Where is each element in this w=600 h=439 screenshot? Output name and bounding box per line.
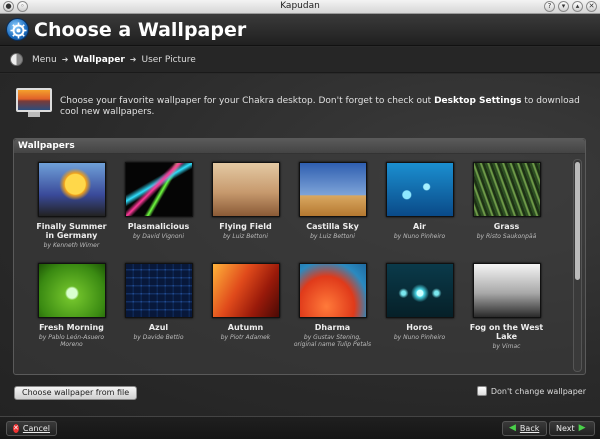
wallpaper-item[interactable]: Fresh Morning by Pablo León-Asuero Moreno (28, 263, 115, 350)
wallpaper-name: Finally Summer in Germany (36, 222, 107, 240)
arrow-right-icon: ▶ (578, 423, 586, 433)
wallpaper-item[interactable]: Finally Summer in Germany by Kenneth Wime… (28, 162, 115, 249)
wallpaper-name: Autumn (227, 323, 264, 332)
wallpaper-thumbnail[interactable] (385, 263, 454, 318)
wallpaper-name: Grass (493, 222, 520, 231)
maximize-icon[interactable]: ▴ (572, 1, 583, 12)
titlebar-right-buttons: ? ▾ ▴ ✕ (544, 1, 597, 12)
wallpaper-thumbnail[interactable] (298, 162, 367, 217)
window-title: Kapudan (280, 1, 320, 11)
wallpaper-thumbnail[interactable] (124, 263, 193, 318)
wallpaper-author: by Pablo León-Asuero Moreno (38, 334, 105, 348)
wallpaper-item[interactable]: Castilla Sky by Luiz Bettoni (289, 162, 376, 249)
chakra-logo-icon (6, 18, 29, 41)
wallpaper-name: Castilla Sky (306, 222, 359, 231)
next-button[interactable]: Next ▶ (549, 421, 595, 436)
window-titlebar: ● ◦ Kapudan ? ▾ ▴ ✕ (0, 0, 600, 14)
arrow-right-icon: ➜ (61, 55, 69, 64)
page-header: Choose a Wallpaper (0, 14, 600, 46)
wallpaper-author: by Nuno Pinheiro (393, 233, 446, 240)
breadcrumb-item-user-picture[interactable]: User Picture (141, 55, 195, 65)
wallpaper-thumbnail[interactable] (124, 162, 193, 217)
breadcrumb: Menu ➜ Wallpaper ➜ User Picture (0, 47, 600, 73)
wallpaper-item[interactable]: Fog on the West Lake by Vimac (463, 263, 550, 350)
moon-icon (10, 53, 23, 66)
wallpaper-author: by Gustav Stening, original name Tulip P… (293, 334, 372, 348)
wallpaper-name: Horos (406, 323, 433, 332)
wallpapers-panel: Wallpapers Finally Summer in Germany by K… (13, 138, 586, 375)
wallpaper-author: by Kenneth Wimer (43, 242, 100, 249)
wallpaper-author: by David Vignoni (132, 233, 185, 240)
breadcrumb-item-wallpaper[interactable]: Wallpaper (73, 55, 124, 65)
wallpaper-author: by Nuno Pinheiro (393, 334, 446, 341)
wallpaper-item[interactable]: Plasmalicious by David Vignoni (115, 162, 202, 249)
wallpaper-thumbnail[interactable] (211, 162, 280, 217)
wallpaper-item[interactable]: Autumn by Piotr Adamek (202, 263, 289, 350)
wallpaper-name: Fog on the West Lake (469, 323, 544, 341)
wallpaper-thumbnail[interactable] (37, 263, 106, 318)
wallpaper-author: by Vimac (492, 343, 521, 350)
vertical-scrollbar[interactable] (573, 159, 582, 372)
wallpaper-item[interactable]: Air by Nuno Pinheiro (376, 162, 463, 249)
wallpaper-thumbnail[interactable] (37, 162, 106, 217)
wallpaper-thumbnail[interactable] (385, 162, 454, 217)
monitor-wallpaper-icon (16, 88, 52, 118)
wallpaper-author: by Risto Saukonpää (476, 233, 537, 240)
arrow-right-icon: ➜ (129, 55, 137, 64)
wallpaper-item[interactable]: Dharma by Gustav Stening, original name T… (289, 263, 376, 350)
wallpaper-author: by Davide Bettio (133, 334, 184, 341)
wallpaper-item[interactable]: Grass by Risto Saukonpää (463, 162, 550, 249)
wallpaper-item[interactable]: Azul by Davide Bettio (115, 263, 202, 350)
close-icon[interactable]: ✕ (586, 1, 597, 12)
scrollbar-thumb[interactable] (575, 162, 580, 280)
panel-title: Wallpapers (14, 139, 585, 154)
back-button[interactable]: ◀ Back (502, 421, 547, 436)
dont-change-option[interactable]: Don't change wallpaper (476, 386, 586, 396)
page-title: Choose a Wallpaper (34, 19, 247, 41)
footer-bar: ✕ Cancel ◀ Back Next ▶ (0, 416, 600, 439)
breadcrumb-item-menu[interactable]: Menu (32, 55, 57, 65)
wallpaper-author: by Luiz Bettoni (223, 233, 268, 240)
wallpaper-name: Plasmalicious (127, 222, 190, 231)
wallpaper-name: Flying Field (219, 222, 272, 231)
arrow-left-icon: ◀ (509, 423, 516, 433)
wallpaper-name: Dharma (314, 323, 351, 332)
desktop-settings-link[interactable]: Desktop Settings (434, 96, 521, 106)
wallpaper-thumbnail[interactable] (472, 162, 541, 217)
wallpaper-thumbnail[interactable] (472, 263, 541, 318)
wallpaper-thumbnail[interactable] (211, 263, 280, 318)
intro-text: Choose your favorite wallpaper for your … (60, 96, 580, 117)
cancel-icon: ✕ (13, 424, 19, 433)
dont-change-checkbox[interactable] (476, 386, 487, 396)
wallpaper-item[interactable]: Horos by Nuno Pinheiro (376, 263, 463, 350)
help-icon[interactable]: ? (544, 1, 555, 12)
wallpaper-item[interactable]: Flying Field by Luiz Bettoni (202, 162, 289, 249)
wallpaper-author: by Piotr Adamek (220, 334, 271, 341)
wallpaper-grid: Finally Summer in Germany by Kenneth Wime… (28, 162, 568, 350)
wallpaper-name: Air (413, 222, 426, 231)
choose-file-button[interactable]: Choose wallpaper from file (14, 386, 137, 400)
cancel-button[interactable]: ✕ Cancel (6, 421, 57, 436)
wallpaper-thumbnail[interactable] (298, 263, 367, 318)
wallpaper-name: Fresh Morning (39, 323, 104, 332)
wallpaper-name: Azul (148, 323, 169, 332)
dont-change-label: Don't change wallpaper (490, 386, 586, 396)
wallpaper-author: by Luiz Bettoni (310, 233, 355, 240)
minimize-icon[interactable]: ▾ (558, 1, 569, 12)
main-content: Choose your favorite wallpaper for your … (0, 74, 600, 416)
